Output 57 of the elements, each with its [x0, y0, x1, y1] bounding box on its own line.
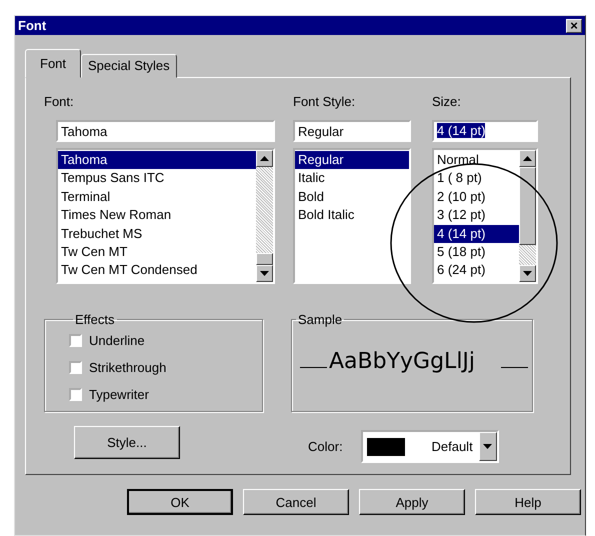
list-item[interactable]: 4 (14 pt): [434, 224, 519, 244]
color-dropdown[interactable]: Default: [360, 430, 499, 463]
list-item[interactable]: Bold Italic: [295, 206, 409, 225]
list-item[interactable]: Regular: [295, 151, 409, 170]
dialog-button[interactable]: Cancel: [243, 489, 349, 515]
list-item[interactable]: Italic: [295, 169, 409, 188]
list-item[interactable]: Tempus Sans ITC: [58, 169, 256, 188]
group-title: Effects: [74, 312, 116, 327]
dialog-button[interactable]: OK: [127, 489, 233, 515]
list-item[interactable]: Normal: [434, 151, 519, 170]
list-item[interactable]: 6 (24 pt): [434, 261, 519, 280]
checkbox-label: Typewriter: [89, 387, 149, 402]
down-arrow-icon: [523, 271, 532, 276]
up-arrow-icon: [523, 156, 532, 161]
style-button[interactable]: Style...: [74, 426, 180, 459]
sample-text: AaBbYyGgLlJj: [329, 349, 476, 374]
list-item[interactable]: Tahoma: [58, 151, 256, 170]
close-button[interactable]: ×: [566, 18, 582, 32]
font-style-field[interactable]: Regular: [293, 120, 411, 142]
field-label: Size:: [432, 94, 462, 111]
dialog-button[interactable]: Apply: [359, 489, 465, 515]
down-arrow-icon: [260, 271, 269, 276]
scroll-down-button[interactable]: [256, 265, 273, 282]
tab[interactable]: Special Styles: [81, 54, 177, 78]
checkbox-label: Strikethrough: [89, 360, 166, 375]
list-item[interactable]: Bold: [295, 188, 409, 206]
scrollbar[interactable]: [519, 150, 536, 282]
list-item[interactable]: 3 (12 pt): [434, 206, 519, 225]
scroll-thumb[interactable]: [519, 167, 536, 245]
checkbox[interactable]: [69, 388, 82, 401]
list-item[interactable]: 1 ( 8 pt): [434, 169, 519, 188]
scroll-down-button[interactable]: [519, 265, 536, 282]
tab[interactable]: Font: [25, 49, 82, 78]
list-item[interactable]: Tw Cen MT Condensed: [58, 261, 256, 280]
field-label: Font:: [44, 94, 75, 111]
window-title: Font: [18, 18, 46, 33]
scroll-thumb[interactable]: [256, 253, 273, 265]
list-item[interactable]: Terminal: [58, 188, 256, 206]
group-title: Sample: [297, 312, 344, 327]
size-field[interactable]: 4 (14 pt): [432, 120, 538, 142]
dialog-button[interactable]: Help: [475, 489, 581, 515]
field-label: Font Style:: [293, 94, 356, 111]
up-arrow-icon: [260, 156, 269, 161]
scroll-up-button[interactable]: [519, 150, 536, 167]
scrollbar[interactable]: [256, 150, 273, 282]
list-item[interactable]: Times New Roman: [58, 206, 256, 225]
font-field[interactable]: Tahoma: [56, 120, 275, 142]
checkbox[interactable]: [69, 334, 82, 347]
checkbox-label: Underline: [89, 333, 145, 348]
color-label: Color:: [308, 439, 343, 454]
list-item[interactable]: 2 (10 pt): [434, 188, 519, 206]
scroll-up-button[interactable]: [256, 150, 273, 167]
list-item[interactable]: Trebuchet MS: [58, 224, 256, 244]
list-item[interactable]: Tw Cen MT: [58, 243, 256, 262]
checkbox[interactable]: [69, 361, 82, 374]
color-swatch: [366, 438, 405, 456]
list-item[interactable]: 5 (18 pt): [434, 243, 519, 262]
